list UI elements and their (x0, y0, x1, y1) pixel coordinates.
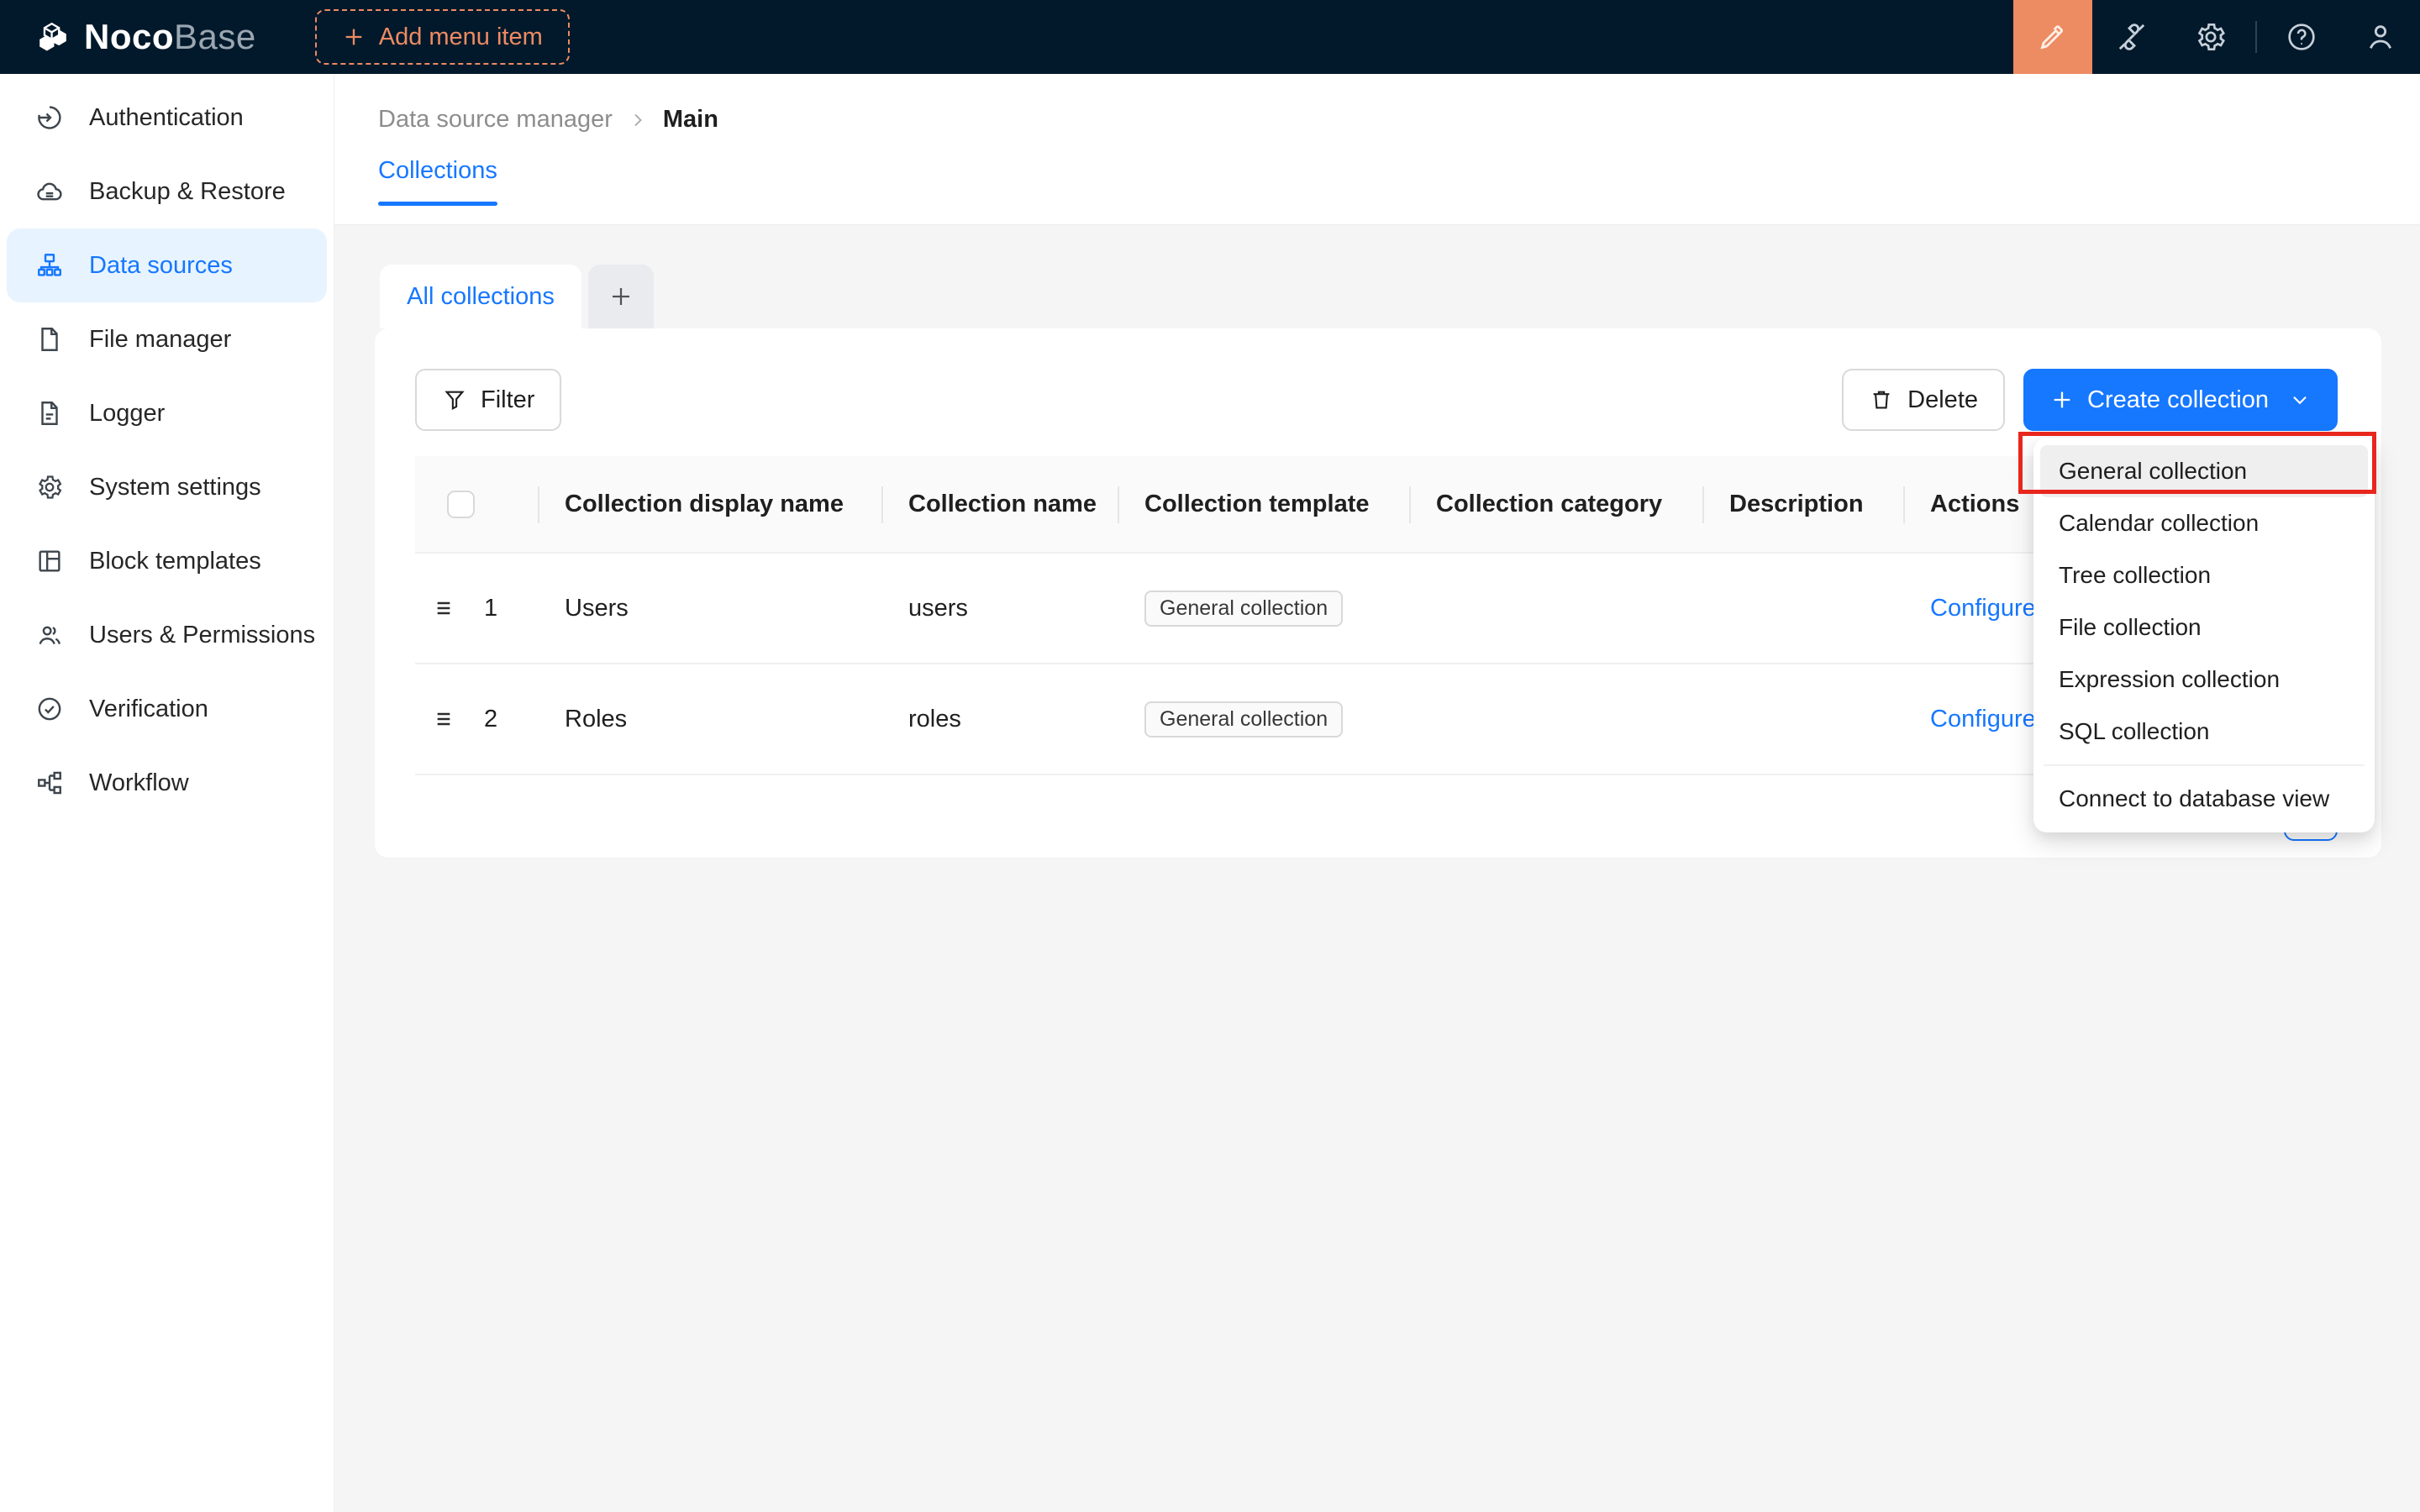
create-collection-button[interactable]: Create collection (2023, 369, 2338, 431)
check-circle-icon (35, 695, 64, 723)
workflow-partition-icon (35, 769, 64, 797)
sidebar-item-file-manager[interactable]: File manager (7, 302, 327, 376)
topbar-divider (2255, 21, 2257, 53)
file-icon (35, 325, 64, 354)
menu-item-calendar-collection[interactable]: Calendar collection (2040, 497, 2368, 549)
login-arrow-icon (35, 103, 64, 132)
cell-display-name: Roles (565, 705, 628, 732)
create-collection-menu: General collection Calendar collection T… (2033, 438, 2375, 832)
tab-all-collections[interactable]: All collections (380, 265, 581, 328)
table-toolbar: Filter Delete Create collection (415, 369, 2338, 431)
sidebar-item-label: Verification (89, 695, 208, 722)
plus-icon (342, 25, 366, 49)
data-source-tree-icon (35, 251, 64, 280)
trash-icon (1869, 387, 1894, 412)
sidebar: Authentication Backup & Restore Data sou… (0, 74, 334, 1512)
filter-funnel-icon (442, 387, 467, 412)
sidebar-item-label: Backup & Restore (89, 177, 286, 205)
sidebar-item-users-permissions[interactable]: Users & Permissions (7, 598, 327, 672)
sidebar-item-data-sources[interactable]: Data sources (7, 228, 327, 302)
collection-tabs: All collections (380, 265, 2381, 328)
column-header-name[interactable]: Collection name (883, 456, 1119, 552)
configure-link[interactable]: Configure (1930, 595, 2036, 622)
sidebar-item-label: Logger (89, 399, 166, 427)
layout-blocks-icon (35, 547, 64, 575)
menu-item-expression-collection[interactable]: Expression collection (2040, 654, 2368, 706)
sidebar-item-label: File manager (89, 325, 232, 353)
plus-icon (2050, 388, 2074, 412)
column-header-display-name[interactable]: Collection display name (539, 456, 883, 552)
active-tab-indicator (378, 202, 497, 206)
topbar: NocoBase Add menu item (0, 0, 2420, 74)
cloud-backup-icon (35, 177, 64, 206)
delete-button-label: Delete (1907, 386, 1978, 413)
row-index: 1 (484, 594, 498, 622)
logo-wordmark: NocoBase (84, 17, 256, 56)
drag-handle-icon[interactable] (432, 595, 459, 622)
chevron-right-icon (628, 110, 648, 130)
column-header-description[interactable]: Description (1704, 456, 1905, 552)
create-collection-button-label: Create collection (2087, 386, 2269, 413)
nocobase-cube-logo-icon (34, 18, 72, 56)
sidebar-item-verification[interactable]: Verification (7, 672, 327, 746)
sidebar-item-label: Block templates (89, 547, 261, 575)
menu-item-connect-database-view[interactable]: Connect to database view (2040, 773, 2368, 825)
breadcrumb: Data source manager Main (378, 74, 2420, 134)
cell-name: roles (908, 705, 961, 732)
breadcrumb-item-data-source-manager[interactable]: Data source manager (378, 106, 613, 134)
sidebar-item-label: Authentication (89, 103, 244, 131)
log-file-icon (35, 399, 64, 428)
column-header-template[interactable]: Collection template (1119, 456, 1411, 552)
filter-button-label: Filter (481, 386, 535, 413)
add-menu-item-label: Add menu item (378, 23, 543, 50)
sidebar-item-workflow[interactable]: Workflow (7, 746, 327, 820)
team-icon (35, 621, 64, 649)
select-all-checkbox[interactable] (447, 490, 475, 518)
plugins-icon[interactable] (2092, 0, 2171, 74)
drag-handle-icon[interactable] (432, 706, 459, 732)
tab-collections[interactable]: Collections (378, 157, 497, 206)
template-tag: General collection (1144, 590, 1344, 627)
ui-editor-highlighter-icon[interactable] (2013, 0, 2092, 74)
add-menu-item-button[interactable]: Add menu item (314, 9, 570, 65)
row-index: 2 (484, 705, 498, 732)
sidebar-item-label: Workflow (89, 769, 189, 796)
help-icon[interactable] (2262, 0, 2341, 74)
sidebar-item-label: Data sources (89, 251, 233, 279)
sidebar-item-system-settings[interactable]: System settings (7, 450, 327, 524)
template-tag: General collection (1144, 701, 1344, 738)
content-body: All collections Filter Delete Create col… (334, 225, 2420, 1512)
sidebar-item-label: System settings (89, 473, 261, 501)
column-header-category[interactable]: Collection category (1411, 456, 1704, 552)
tab-collections-label: Collections (378, 157, 497, 184)
cell-display-name: Users (565, 594, 629, 622)
nocobase-logo: NocoBase (0, 17, 256, 57)
sidebar-item-block-templates[interactable]: Block templates (7, 524, 327, 598)
sidebar-item-label: Users & Permissions (89, 621, 316, 648)
user-profile-icon[interactable] (2341, 0, 2420, 74)
chevron-down-icon (2289, 389, 2311, 411)
cell-name: users (908, 594, 968, 622)
menu-item-file-collection[interactable]: File collection (2040, 601, 2368, 654)
delete-button[interactable]: Delete (1842, 369, 2005, 431)
sidebar-item-authentication[interactable]: Authentication (7, 81, 327, 155)
menu-item-tree-collection[interactable]: Tree collection (2040, 549, 2368, 601)
menu-item-sql-collection[interactable]: SQL collection (2040, 706, 2368, 758)
menu-divider (2044, 764, 2365, 766)
tab-all-collections-label: All collections (407, 282, 555, 310)
filter-button[interactable]: Filter (415, 369, 562, 431)
sidebar-item-logger[interactable]: Logger (7, 376, 327, 450)
settings-gear-icon[interactable] (2171, 0, 2250, 74)
content-header: Data source manager Main Collections (334, 74, 2420, 225)
menu-item-general-collection[interactable]: General collection (2040, 445, 2368, 497)
breadcrumb-item-main: Main (662, 106, 718, 133)
sidebar-item-backup-restore[interactable]: Backup & Restore (7, 155, 327, 228)
add-collection-tab-button[interactable] (588, 265, 654, 328)
configure-link[interactable]: Configure (1930, 706, 2036, 732)
plus-icon (608, 284, 634, 309)
gear-icon (35, 473, 64, 501)
